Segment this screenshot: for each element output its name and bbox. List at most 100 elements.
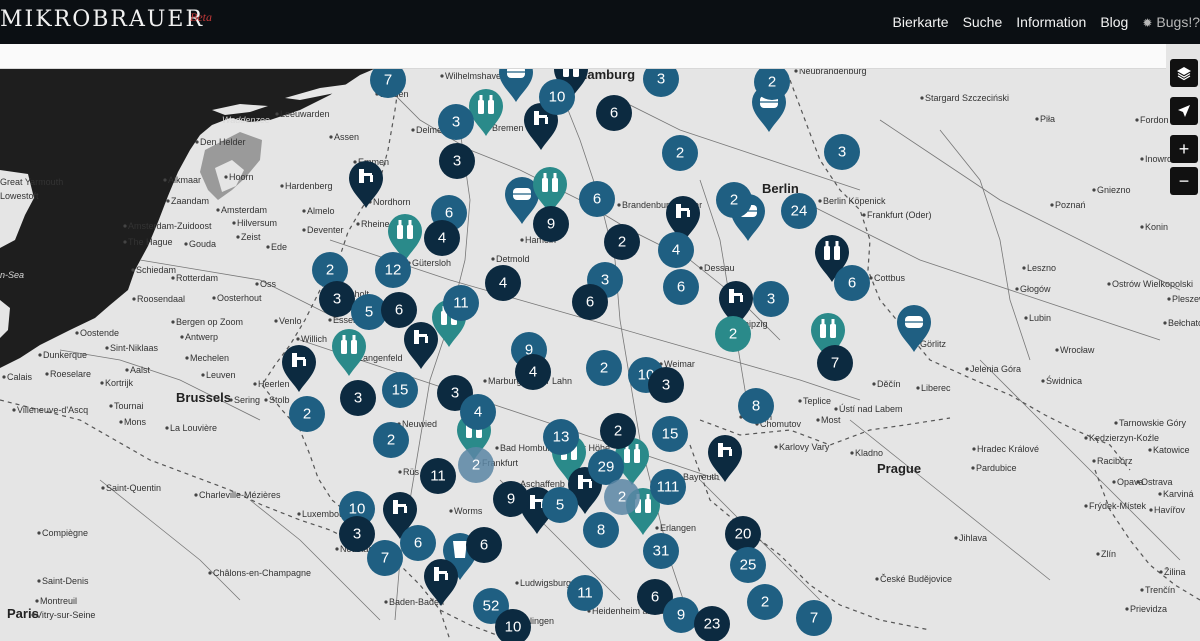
brewery-cluster-marker[interactable]: 2 [747,584,783,620]
map-place-label: Berlin Köpenick [823,196,886,206]
brewery-cluster-marker[interactable]: 15 [652,416,688,452]
nav-link-bierkarte[interactable]: Bierkarte [893,14,949,30]
brewery-cluster-marker[interactable]: 6 [466,527,502,563]
brewery-cluster-marker[interactable]: 24 [781,193,817,229]
map-place-label: The Hague [128,237,173,247]
brewery-cluster-marker[interactable]: 2 [604,224,640,260]
brewery-cluster-marker[interactable]: 3 [753,281,789,317]
cluster-count: 25 [740,557,757,574]
brand-logo[interactable]: MIKROBRAUER [0,7,204,32]
city-dot [216,208,220,212]
nav-link-information[interactable]: Information [1016,14,1086,30]
nav-link-blog[interactable]: Blog [1100,14,1128,30]
brewery-cluster-marker[interactable]: 3 [439,143,475,179]
brewery-cluster-marker[interactable]: 6 [834,265,870,301]
map-place-label: Rotterdam [176,273,218,283]
city-dot [1092,188,1096,192]
brewery-cluster-marker[interactable]: 111 [650,469,686,505]
map-place-label: Schiedam [136,265,176,275]
brewery-cluster-marker[interactable]: 7 [817,345,853,381]
brewery-cluster-marker[interactable]: 25 [730,547,766,583]
brewery-cluster-marker[interactable]: 2 [586,350,622,386]
brewery-cluster-marker[interactable]: 31 [643,533,679,569]
cluster-count: 2 [614,423,622,440]
brewery-cluster-marker[interactable]: 7 [796,600,832,636]
brewery-cluster-marker[interactable]: 11 [567,575,603,611]
brewery-cluster-marker[interactable]: 4 [485,265,521,301]
map-place-label: Oostende [80,328,119,338]
city-dot [1125,607,1129,611]
brewery-cluster-marker[interactable]: 11 [420,458,456,494]
brewery-cluster-marker[interactable]: 3 [319,281,355,317]
brewery-cluster-marker[interactable]: 8 [738,388,774,424]
brewery-cluster-marker[interactable]: 6 [663,269,699,305]
brewery-cluster-marker[interactable]: 23 [694,606,730,641]
brewery-cluster-marker[interactable]: 15 [382,372,418,408]
map-place-label: Dunkerque [43,350,87,360]
nav-link-bugs[interactable]: ✹ Bugs!? [1142,14,1200,30]
brewery-cluster-marker[interactable]: 10 [539,79,575,115]
brewery-cluster-marker[interactable]: 2 [600,413,636,449]
brewery-cluster-marker[interactable]: 6 [596,95,632,131]
cluster-count: 5 [365,304,373,321]
city-dot [699,266,703,270]
brewery-cluster-marker[interactable]: 3 [340,380,376,416]
map-place-label: Pardubice [976,463,1017,473]
city-dot [171,320,175,324]
city-dot [1035,117,1039,121]
city-dot [798,399,802,403]
brewery-cluster-marker[interactable]: 4 [515,354,551,390]
search-bar-strip[interactable] [0,44,1166,69]
brewery-cluster-marker[interactable]: 6 [579,181,615,217]
map-canvas[interactable]: WilhelmshavenHamburgNeubrandenburgEmdenS… [0,44,1200,641]
brewery-cluster-marker[interactable]: 2 [716,182,752,218]
brewery-cluster-marker[interactable]: 9 [663,597,699,633]
brewery-cluster-marker[interactable]: 2 [662,135,698,171]
map-place-label: Ostrava [1141,477,1173,487]
brewery-cluster-marker[interactable]: 6 [572,284,608,320]
cluster-count: 2 [730,192,738,209]
brewery-cluster-marker[interactable]: 13 [543,419,579,455]
map-place-label: Roosendaal [137,294,185,304]
brewery-cluster-marker[interactable]: 11 [443,285,479,321]
map-place-label: Stargard Szczeciński [925,93,1009,103]
city-dot [253,382,257,386]
brewery-cluster-marker[interactable]: 5 [542,487,578,523]
brewery-cluster-marker[interactable]: 12 [375,252,411,288]
brewery-cluster-marker[interactable]: 6 [381,292,417,328]
brewery-cluster-marker[interactable]: 4 [424,220,460,256]
brewery-cluster-marker[interactable]: 3 [438,104,474,140]
cluster-count: 52 [483,598,500,615]
map-place-label: Gouda [189,239,216,249]
cluster-count: 2 [768,74,776,91]
brewery-cluster-marker[interactable]: 20 [725,516,761,552]
map-place-label: Karviná [1163,489,1194,499]
locate-button[interactable] [1170,97,1198,125]
cluster-count: 24 [791,203,808,220]
map-place-label: Frankfurt (Oder) [867,210,932,220]
brewery-cluster-marker[interactable]: 2 [458,447,494,483]
nav-link-suche[interactable]: Suche [963,14,1003,30]
map-place-label: Alkmaar [168,175,201,185]
brewery-cluster-marker[interactable]: 9 [493,481,529,517]
brewery-cluster-marker[interactable]: 6 [400,525,436,561]
brewery-cluster-marker[interactable]: 2 [715,316,751,352]
brewery-cluster-marker[interactable]: 2 [373,422,409,458]
city-dot [185,356,189,360]
brewery-cluster-marker[interactable]: 9 [533,206,569,242]
brewery-cluster-marker[interactable]: 2 [604,479,640,515]
brewery-cluster-marker[interactable]: 3 [824,134,860,170]
brewery-cluster-marker[interactable]: 8 [583,512,619,548]
brewery-cluster-marker[interactable]: 2 [754,64,790,100]
brewery-cluster-marker[interactable]: 2 [289,396,325,432]
barrel-icon [513,188,531,200]
brewery-cluster-marker[interactable]: 3 [648,367,684,403]
layers-button[interactable] [1170,59,1198,87]
zoom-out-button[interactable]: − [1170,167,1198,195]
zoom-in-button[interactable]: + [1170,135,1198,163]
city-dot [816,418,820,422]
brewery-cluster-marker[interactable]: 7 [367,540,403,576]
brewery-cluster-marker[interactable]: 3 [339,516,375,552]
brewery-cluster-marker[interactable]: 4 [460,394,496,430]
brewery-cluster-marker[interactable]: 4 [658,232,694,268]
